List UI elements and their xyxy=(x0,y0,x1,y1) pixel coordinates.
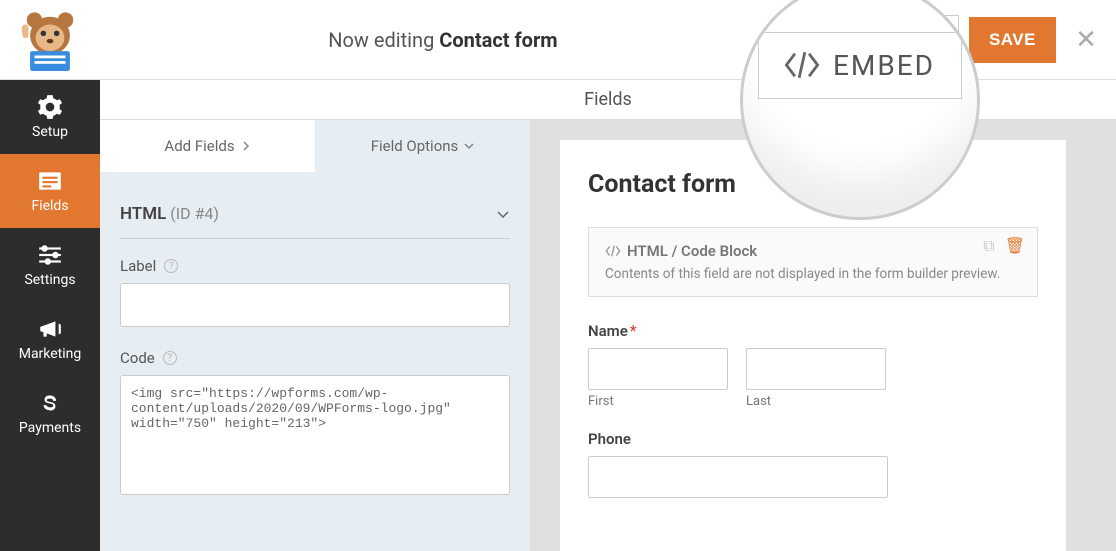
fields-icon xyxy=(37,168,63,194)
sidebar-item-label: Payments xyxy=(19,420,81,436)
field-options-panel: Add Fields Field Options HTML (ID #4) xyxy=(100,120,530,551)
preview-phone-field[interactable]: Phone xyxy=(588,429,1038,498)
label-label: Label ? xyxy=(120,257,510,275)
code-icon xyxy=(605,244,621,258)
duplicate-icon[interactable]: ⧉ xyxy=(983,236,994,256)
first-name-input[interactable] xyxy=(588,348,728,390)
field-type-heading[interactable]: HTML (ID #4) xyxy=(120,192,510,239)
help-icon[interactable]: ? xyxy=(163,351,177,365)
sidebar: Setup Fields Settings Marketing Payments xyxy=(0,80,100,551)
sublabel-first: First xyxy=(588,394,728,409)
megaphone-icon xyxy=(37,316,63,342)
sidebar-item-fields[interactable]: Fields xyxy=(0,154,100,228)
gear-icon xyxy=(37,94,63,120)
chevron-down-icon xyxy=(464,141,474,151)
tab-field-options[interactable]: Field Options xyxy=(315,120,530,172)
save-button[interactable]: SAVE xyxy=(969,17,1056,63)
block-description: Contents of this field are not displayed… xyxy=(605,266,1021,282)
dollar-icon xyxy=(37,390,63,416)
preview-html-block[interactable]: ⧉ 🗑 HTML / Code Block Contents of this f… xyxy=(588,227,1038,297)
help-icon[interactable]: ? xyxy=(164,259,178,273)
code-icon xyxy=(785,52,819,78)
tab-add-fields[interactable]: Add Fields xyxy=(100,120,315,172)
sidebar-item-label: Marketing xyxy=(19,346,82,362)
last-name-input[interactable] xyxy=(746,348,886,390)
page-title: Now editing Contact form xyxy=(100,28,786,52)
chevron-right-icon xyxy=(241,141,251,151)
sidebar-item-label: Fields xyxy=(31,198,68,214)
chevron-down-icon xyxy=(496,207,510,221)
phone-input[interactable] xyxy=(588,456,888,498)
code-textarea[interactable]: <img src="https://wpforms.com/wp-content… xyxy=(120,375,510,495)
sidebar-item-label: Setup xyxy=(32,124,68,140)
sliders-icon xyxy=(37,242,63,268)
label-input[interactable] xyxy=(120,283,510,327)
code-label: Code ? xyxy=(120,349,510,367)
close-icon[interactable]: ✕ xyxy=(1056,25,1116,55)
sidebar-item-payments[interactable]: Payments xyxy=(0,376,100,450)
trash-icon[interactable]: 🗑 xyxy=(1005,236,1025,256)
sidebar-item-setup[interactable]: Setup xyxy=(0,80,100,154)
preview-name-field[interactable]: Name* First Last xyxy=(588,321,1038,409)
sublabel-last: Last xyxy=(746,394,886,409)
sidebar-item-marketing[interactable]: Marketing xyxy=(0,302,100,376)
brand-logo xyxy=(0,0,100,80)
sidebar-item-settings[interactable]: Settings xyxy=(0,228,100,302)
sidebar-item-label: Settings xyxy=(24,272,75,288)
